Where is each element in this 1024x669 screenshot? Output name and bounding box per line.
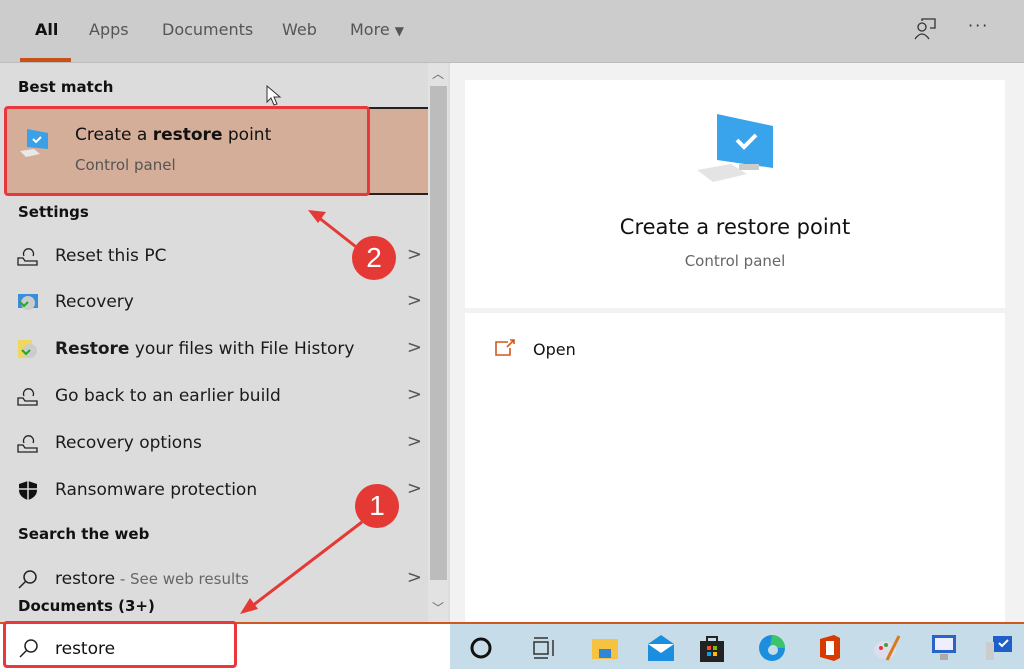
chevron-right-icon: >	[406, 244, 422, 265]
web-query: restore	[55, 569, 116, 589]
settings-item-recovery-options[interactable]: Recovery options >	[0, 421, 428, 465]
chevron-right-icon: >	[406, 431, 422, 452]
cortana-icon[interactable]	[467, 634, 495, 662]
tab-all[interactable]: All	[35, 20, 58, 39]
annotation-box-search	[3, 621, 237, 668]
active-tab-indicator	[20, 58, 71, 62]
scrollbar-thumb[interactable]	[430, 86, 447, 580]
tab-documents[interactable]: Documents	[162, 20, 253, 39]
search-icon	[18, 570, 37, 589]
search-header: All Apps Documents Web More ▼ ···	[0, 0, 1024, 63]
tab-more[interactable]: More ▼	[350, 20, 404, 39]
control-panel-icon[interactable]	[930, 634, 958, 662]
recovery-icon	[18, 294, 38, 310]
reset-icon	[17, 248, 38, 266]
more-options-icon[interactable]: ···	[968, 16, 989, 35]
tab-web[interactable]: Web	[282, 20, 317, 39]
taskbar	[450, 622, 1024, 669]
item-label: Ransomware protection	[55, 480, 258, 500]
store-icon[interactable]	[698, 634, 726, 662]
settings-item-earlier-build[interactable]: Go back to an earlier build >	[0, 374, 428, 418]
chevron-right-icon: >	[406, 337, 422, 358]
caret-down-icon: ▼	[394, 24, 404, 38]
office-icon[interactable]	[816, 634, 844, 662]
tab-more-label: More	[350, 20, 390, 39]
chevron-right-icon: >	[406, 290, 422, 311]
open-label: Open	[533, 340, 576, 359]
open-action[interactable]: Open	[495, 337, 615, 363]
tab-apps[interactable]: Apps	[89, 20, 129, 39]
shield-icon	[19, 481, 37, 500]
web-suffix: - See web results	[115, 570, 249, 588]
preview-card: Create a restore point Control panel	[465, 80, 1005, 308]
scroll-down-icon[interactable]: ﹀	[432, 599, 444, 616]
system-icon[interactable]	[985, 634, 1013, 662]
item-label: restore - See web results	[55, 569, 249, 589]
file-explorer-icon[interactable]	[591, 634, 619, 662]
item-label: Reset this PC	[55, 246, 167, 266]
chevron-right-icon: >	[406, 567, 422, 588]
annotation-step-2: 2	[352, 236, 396, 280]
item-label-rest: your files with File History	[129, 339, 355, 359]
file-history-icon	[18, 340, 37, 358]
section-best-match: Best match	[18, 78, 114, 96]
settings-item-file-history[interactable]: Restore your files with File History >	[0, 327, 428, 371]
reset-icon	[17, 388, 38, 406]
annotation-box-best-match	[4, 106, 370, 196]
web-search-item[interactable]: restore - See web results >	[0, 557, 428, 601]
annotation-step-1: 1	[355, 484, 399, 528]
settings-item-recovery[interactable]: Recovery >	[0, 280, 428, 324]
section-documents: Documents (3+)	[18, 597, 155, 615]
section-search-web: Search the web	[18, 525, 150, 543]
edge-icon[interactable]	[758, 634, 786, 662]
item-label: Restore your files with File History	[55, 339, 354, 359]
mouse-cursor-icon	[266, 85, 282, 106]
mail-icon[interactable]	[647, 634, 675, 662]
item-label: Recovery options	[55, 433, 202, 453]
scroll-up-icon[interactable]: ︿	[432, 65, 444, 82]
item-label: Go back to an earlier build	[55, 386, 281, 406]
computer-icon	[697, 114, 773, 182]
feedback-icon[interactable]	[914, 18, 936, 40]
item-label: Recovery	[55, 292, 134, 312]
preview-title: Create a restore point	[619, 215, 851, 239]
paint-icon[interactable]	[873, 634, 901, 662]
preview-subtitle: Control panel	[684, 252, 786, 270]
open-icon	[495, 339, 515, 356]
task-view-icon[interactable]	[529, 634, 557, 662]
item-label-bold: Restore	[55, 339, 130, 359]
section-settings: Settings	[18, 203, 89, 221]
chevron-right-icon: >	[406, 478, 422, 499]
chevron-right-icon: >	[406, 384, 422, 405]
actions-card: Open	[465, 313, 1005, 622]
reset-icon	[17, 435, 38, 453]
